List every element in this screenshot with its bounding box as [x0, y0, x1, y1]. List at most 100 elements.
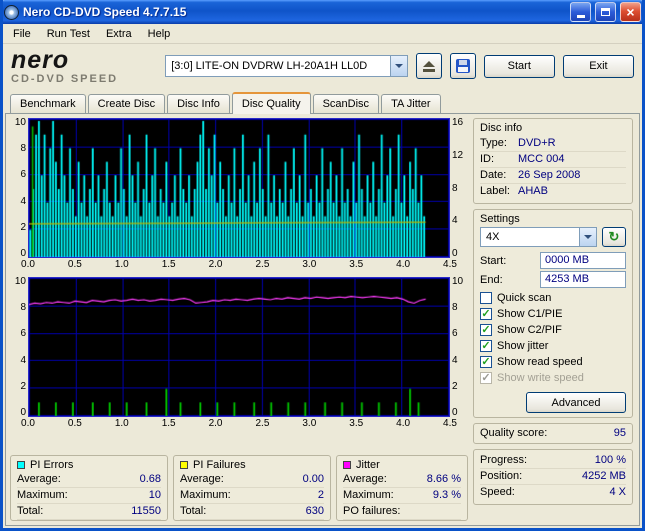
progress-rows: Progress: 100 % Position: 4252 MB Speed: 4 X: [480, 453, 626, 500]
axis-tick: 2: [20, 380, 26, 392]
axis-tick: 2: [452, 380, 458, 392]
axis-tick: 4.0: [396, 418, 411, 429]
stat-value: 11550: [131, 505, 161, 517]
save-icon: [455, 59, 470, 73]
stat-label: Average:: [180, 473, 224, 485]
advanced-button[interactable]: Advanced: [526, 392, 626, 413]
axis-tick: 3.0: [302, 259, 317, 270]
app-icon: [4, 4, 19, 20]
stat-row-average: Average: 8.66 %: [343, 472, 461, 488]
menu-help[interactable]: Help: [140, 26, 179, 42]
stats-header: Jitter: [343, 459, 461, 471]
settings-group: Settings 4X ↻ Start: 0000 MB End: 4253 M…: [473, 209, 633, 418]
disc-info-value: AHAB: [518, 185, 548, 197]
nero-brand-text: nero: [11, 45, 70, 74]
progress-label: Position:: [480, 470, 523, 482]
quality-score-value: 95: [613, 427, 626, 439]
checkbox-icon: ✓: [480, 308, 492, 320]
menu-run-test[interactable]: Run Test: [39, 26, 98, 42]
tab-strip: Benchmark Create Disc Disc Info Disc Qualit…: [3, 90, 642, 114]
settings-title: Settings: [480, 213, 520, 225]
tab-benchmark[interactable]: Benchmark: [10, 94, 86, 113]
stat-label: Maximum:: [343, 489, 394, 501]
stats-row: PI Errors Average: 0.68 Maximum: 10 Total: 115…: [10, 455, 468, 521]
axis-tick: 4: [452, 354, 458, 366]
progress-row-speed: Speed: 4 X: [480, 485, 626, 500]
checkbox-quick-scan[interactable]: Quick scan: [480, 290, 626, 306]
tab-scandisc[interactable]: ScanDisc: [312, 94, 380, 113]
close-button[interactable]: ×: [620, 2, 641, 22]
stat-value: 2: [317, 489, 324, 501]
stat-label: Average:: [17, 473, 61, 485]
stat-row-total: Total: 630: [180, 504, 324, 520]
progress-value: 4252 MB: [581, 470, 626, 482]
axis-tick: 4: [20, 354, 26, 366]
tab-create-disc[interactable]: Create Disc: [87, 94, 166, 113]
progress-row-progress: Progress: 100 %: [480, 453, 626, 469]
stats-header: PI Errors: [17, 459, 161, 471]
stat-label: Average:: [343, 473, 387, 485]
checkbox-icon: ✓: [480, 356, 492, 368]
save-button[interactable]: [449, 53, 476, 79]
drive-select-dropdown-button[interactable]: [390, 56, 408, 76]
pif-jitter-chart-block: 10 8 6 4 2 0 10 8 6 4 2 0 0.0 0.5 1.0 1.5 2.0 2.5 3.0 3.5…: [10, 277, 468, 430]
axis-tick: 2.0: [208, 259, 223, 270]
drive-select[interactable]: [3:0] LITE-ON DVDRW LH-20A1H LL0D: [165, 55, 409, 77]
stats-title: PI Failures: [193, 459, 246, 471]
eject-button[interactable]: [416, 53, 442, 79]
checkbox-icon: [480, 292, 492, 304]
stat-value: 8.66 %: [426, 473, 461, 485]
disc-info-label: Type:: [480, 137, 507, 149]
axis-tick: 12: [452, 149, 464, 161]
refresh-button[interactable]: ↻: [602, 227, 626, 247]
checkbox-icon: ✓: [480, 372, 492, 384]
disc-info-row-label: Label: AHAB: [480, 184, 626, 199]
exit-button[interactable]: Exit: [562, 54, 634, 78]
disc-quality-page: 10 8 6 4 2 0 16 12 8 4 0 0.0 0.5 1.0 1.5 2.0 2.5 3.0 3.5…: [5, 113, 640, 526]
disc-info-row-type: Type: DVD+R: [480, 136, 626, 152]
stat-value: 0.68: [139, 473, 161, 485]
stat-value: 9.3 %: [432, 489, 461, 501]
checkbox-label: Show write speed: [497, 372, 584, 384]
pif-jitter-chart-canvas: [28, 277, 450, 417]
progress-value: 4 X: [609, 486, 626, 498]
checkbox-label: Show jitter: [497, 340, 549, 352]
refresh-icon: ↻: [608, 229, 620, 244]
checkbox-show-jitter[interactable]: ✓ Show jitter: [480, 338, 626, 354]
jitter-color-swatch: [343, 461, 351, 469]
menu-bar: File Run Test Extra Help: [3, 24, 642, 44]
axis-tick: 0.5: [67, 259, 82, 270]
scan-speed-select[interactable]: 4X: [480, 227, 597, 247]
disc-info-label: ID:: [480, 153, 495, 165]
pie-chart-left-axis: 10 8 6 4 2 0: [10, 118, 28, 259]
pie-chart-block: 10 8 6 4 2 0 16 12 8 4 0 0.0 0.5 1.0 1.5 2.0 2.5 3.0 3.5…: [10, 118, 468, 271]
checkbox-show-read-speed[interactable]: ✓ Show read speed: [480, 354, 626, 370]
tab-ta-jitter[interactable]: TA Jitter: [381, 94, 441, 113]
axis-tick: 8: [452, 182, 458, 194]
tab-disc-info[interactable]: Disc Info: [167, 94, 230, 113]
axis-tick: 8: [20, 143, 26, 155]
menu-extra[interactable]: Extra: [98, 26, 140, 42]
stat-label: PO failures:: [343, 505, 401, 517]
scan-speed-dropdown-button[interactable]: [579, 228, 596, 246]
app-window: Nero CD-DVD Speed 4.7.7.15 × File Run Tes…: [0, 0, 645, 531]
checkbox-show-c2-pif[interactable]: ✓ Show C2/PIF: [480, 322, 626, 338]
minimize-button[interactable]: [570, 2, 591, 22]
checkbox-label: Quick scan: [497, 292, 552, 304]
end-position-field[interactable]: 4253 MB: [540, 271, 626, 288]
checkbox-show-c1-pie[interactable]: ✓ Show C1/PIE: [480, 306, 626, 322]
maximize-button[interactable]: [595, 2, 616, 22]
tab-disc-quality[interactable]: Disc Quality: [231, 92, 311, 114]
disc-info-row-date: Date: 26 Sep 2008: [480, 168, 626, 184]
checkbox-label: Show read speed: [497, 356, 583, 368]
start-position-field[interactable]: 0000 MB: [540, 252, 626, 269]
stats-title: Jitter: [356, 459, 380, 471]
axis-tick: 3.5: [349, 259, 364, 270]
eject-icon: [423, 60, 436, 72]
start-button[interactable]: Start: [483, 54, 555, 78]
axis-tick: 3.5: [349, 418, 364, 429]
checkbox-show-write-speed[interactable]: ✓ Show write speed: [480, 370, 626, 386]
axis-tick: 2: [20, 221, 26, 233]
menu-file[interactable]: File: [5, 26, 39, 42]
checkbox-icon: ✓: [480, 340, 492, 352]
